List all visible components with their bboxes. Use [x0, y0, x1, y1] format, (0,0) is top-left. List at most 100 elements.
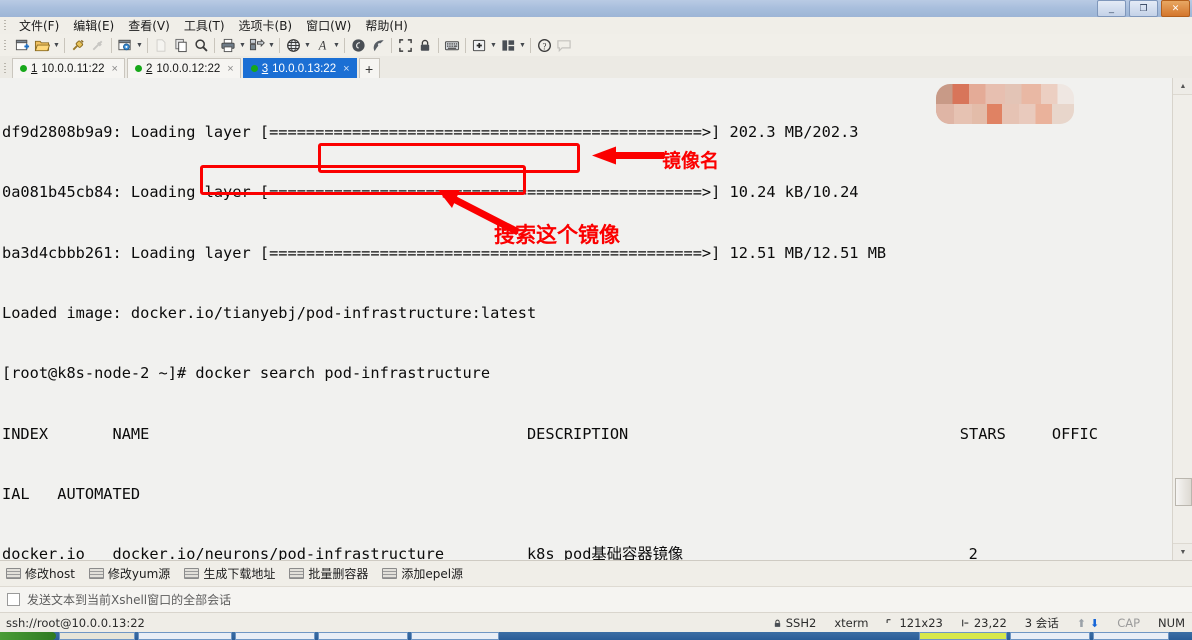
status-sessions: 3 会话: [1024, 616, 1059, 630]
scrollbar-thumb[interactable]: [1175, 478, 1192, 506]
menu-grip-icon[interactable]: [3, 19, 10, 32]
font-icon[interactable]: A: [312, 35, 332, 55]
tab-session-2[interactable]: 2 10.0.0.12:22 ×: [126, 58, 241, 78]
tab-1-label: 10.0.0.11:22: [41, 62, 105, 75]
quick-button-batch-delete-containers[interactable]: 批量删容器: [289, 565, 368, 582]
menu-tools[interactable]: 工具(T): [177, 16, 232, 35]
transfer-file-icon[interactable]: [247, 35, 267, 55]
taskbar-item[interactable]: [138, 632, 232, 640]
close-button[interactable]: ✕: [1161, 0, 1190, 17]
print-caret-icon[interactable]: ▼: [238, 35, 247, 55]
help-icon[interactable]: ?: [534, 35, 554, 55]
globe-caret-icon[interactable]: ▼: [303, 35, 312, 55]
quick-button-generate-download-url-label: 生成下载地址: [203, 567, 276, 581]
tab-session-1[interactable]: 1 10.0.0.11:22 ×: [12, 58, 125, 78]
tab-status-dot-icon: [134, 65, 142, 72]
terminal-line: 0a081b45cb84: Loading layer [===========…: [2, 183, 868, 202]
maximize-button[interactable]: ❐: [1129, 0, 1158, 17]
command-icon: [88, 568, 104, 579]
quick-button-add-epel-source-label: 添加epel源: [401, 567, 464, 581]
windows-taskbar: [0, 632, 1192, 640]
terminal-line: IAL AUTOMATED: [2, 484, 141, 503]
terminal-output[interactable]: df9d2808b9a9: Loading layer [===========…: [0, 78, 1172, 560]
cursor-position-icon: [961, 619, 969, 627]
status-bar: ssh://root@10.0.0.13:22 SSH2 xterm 121x2…: [0, 612, 1192, 633]
menu-file[interactable]: 文件(F): [12, 16, 66, 35]
taskbar-item[interactable]: [59, 632, 135, 640]
quick-button-generate-download-url[interactable]: 生成下载地址: [184, 565, 275, 582]
font-caret-icon[interactable]: ▼: [332, 35, 341, 55]
toolbar-separator-8: [438, 37, 439, 53]
upload-arrow-icon: ⬆: [1076, 616, 1086, 630]
status-protocol: SSH2: [764, 616, 826, 630]
terminal-line: [root@k8s-node-2 ~]# docker search pod-i…: [2, 364, 491, 383]
quick-button-modify-host[interactable]: 修改host: [6, 565, 75, 582]
fullscreen-icon[interactable]: [395, 35, 415, 55]
tab-1-close-icon[interactable]: ×: [112, 63, 118, 75]
add-pane-icon[interactable]: [469, 35, 489, 55]
layout-icon[interactable]: [498, 35, 518, 55]
add-pane-caret-icon[interactable]: ▼: [489, 35, 498, 55]
compose-icon[interactable]: [348, 35, 368, 55]
taskbar-item[interactable]: [919, 632, 1007, 640]
taskbar-item[interactable]: [318, 632, 408, 640]
globe-icon[interactable]: [283, 35, 303, 55]
quick-button-modify-yum-source-label: 修改yum源: [107, 567, 171, 581]
toolbar-grip-icon[interactable]: [3, 38, 10, 52]
scroll-up-button[interactable]: ▲: [1173, 78, 1192, 95]
terminal-line: df9d2808b9a9: Loading layer [===========…: [2, 123, 868, 142]
svg-text:?: ?: [542, 41, 546, 51]
find-icon[interactable]: [191, 35, 211, 55]
open-folder-caret-icon[interactable]: ▼: [52, 35, 61, 55]
scroll-down-button[interactable]: ▼: [1173, 543, 1192, 560]
menu-help[interactable]: 帮助(H): [358, 16, 414, 35]
tab-2-close-icon[interactable]: ×: [227, 63, 233, 75]
print-icon[interactable]: [218, 35, 238, 55]
taskbar-item[interactable]: [411, 632, 499, 640]
terminal-line: ba3d4cbbb261: Loading layer [===========…: [2, 243, 887, 262]
tab-session-3[interactable]: 3 10.0.0.13:22 ×: [242, 58, 357, 78]
new-tab-button[interactable]: +: [358, 58, 380, 78]
quick-button-modify-yum-source[interactable]: 修改yum源: [88, 565, 171, 582]
taskbar-item[interactable]: [1010, 632, 1090, 640]
lock-icon[interactable]: [415, 35, 435, 55]
toolbar-separator-5: [279, 37, 280, 53]
toolbar-separator-9: [465, 37, 466, 53]
menu-edit[interactable]: 编辑(E): [66, 16, 121, 35]
quick-command-bar: 修改host 修改yum源 生成下载地址 批量删容器 添加epel源: [0, 560, 1192, 586]
status-caps-lock: CAP: [1117, 616, 1141, 630]
terminal-scrollbar[interactable]: ▲ ▼: [1172, 78, 1192, 560]
session-properties-icon[interactable]: [115, 35, 135, 55]
command-icon: [289, 568, 305, 579]
status-transfer-indicators: ⬆ ⬇: [1068, 617, 1108, 630]
open-folder-icon[interactable]: [32, 35, 52, 55]
connect-icon[interactable]: [68, 35, 88, 55]
menu-bar: 文件(F) 编辑(E) 查看(V) 工具(T) 选项卡(B) 窗口(W) 帮助(…: [0, 17, 1192, 35]
tab-3-number: 3: [261, 62, 269, 75]
keyboard-icon[interactable]: [442, 35, 462, 55]
minimize-button[interactable]: _: [1097, 0, 1126, 17]
send-to-all-sessions-bar: 发送文本到当前Xshell窗口的全部会话: [0, 586, 1192, 612]
quick-button-add-epel-source[interactable]: 添加epel源: [382, 565, 463, 582]
copy-icon[interactable]: [171, 35, 191, 55]
highlight-icon[interactable]: [368, 35, 388, 55]
tab-status-dot-icon: [20, 65, 27, 72]
tab-3-close-icon[interactable]: ×: [343, 63, 349, 75]
taskbar-item[interactable]: [1093, 632, 1169, 640]
layout-caret-icon[interactable]: ▼: [518, 35, 527, 55]
command-icon: [184, 568, 200, 579]
tab-2-number: 2: [145, 62, 153, 75]
transfer-file-caret-icon[interactable]: ▼: [267, 35, 276, 55]
new-session-icon[interactable]: [12, 35, 32, 55]
taskbar-item[interactable]: [235, 632, 315, 640]
start-button[interactable]: [0, 632, 56, 640]
session-properties-caret-icon[interactable]: ▼: [135, 35, 144, 55]
menu-view[interactable]: 查看(V): [121, 16, 177, 35]
menu-tabs[interactable]: 选项卡(B): [232, 16, 300, 35]
lock-icon: [774, 619, 780, 627]
terminal-line: docker.io docker.io/neurons/pod-infrastr…: [2, 545, 978, 560]
send-to-all-checkbox[interactable]: [7, 593, 20, 606]
menu-window[interactable]: 窗口(W): [299, 16, 358, 35]
status-cursor-label: 23,22: [973, 616, 1007, 630]
tabbar-grip-icon[interactable]: [3, 62, 10, 75]
